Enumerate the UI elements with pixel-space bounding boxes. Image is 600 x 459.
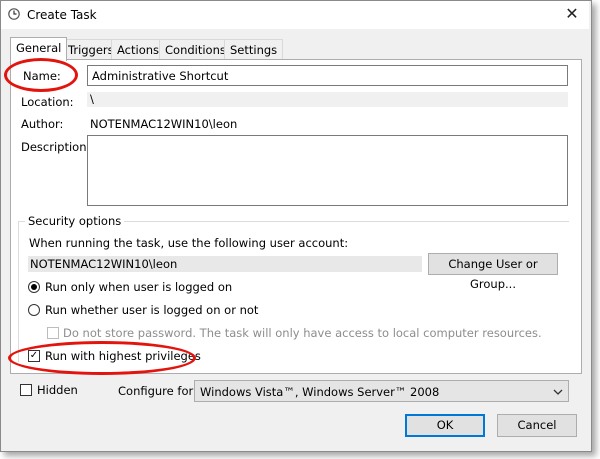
window-title: Create Task bbox=[27, 8, 97, 22]
cancel-button[interactable]: Cancel bbox=[497, 414, 577, 437]
configure-for-value: Windows Vista™, Windows Server™ 2008 bbox=[200, 385, 440, 399]
do-not-store-password-checkbox[interactable] bbox=[47, 327, 59, 339]
author-label: Author: bbox=[21, 117, 64, 131]
tab-settings[interactable]: Settings bbox=[224, 39, 284, 60]
run-whether-logged-on-radio[interactable] bbox=[28, 304, 40, 316]
hidden-checkbox[interactable] bbox=[20, 384, 32, 396]
location-field: \ bbox=[87, 92, 568, 107]
account-prompt: When running the task, use the following… bbox=[29, 236, 349, 250]
configure-for-label: Configure for: bbox=[118, 384, 197, 398]
change-user-button[interactable]: Change User or Group... bbox=[428, 253, 558, 291]
description-field[interactable] bbox=[87, 135, 568, 206]
name-field[interactable]: Administrative Shortcut bbox=[87, 65, 568, 86]
run-only-logged-on-radio[interactable] bbox=[28, 281, 40, 293]
chevron-down-icon bbox=[553, 389, 563, 395]
location-label: Location: bbox=[21, 95, 74, 109]
annotation-ring-name bbox=[4, 58, 78, 92]
annotation-ring-highest-privileges bbox=[8, 341, 196, 375]
account-value: NOTENMAC12WIN10\leon bbox=[30, 257, 178, 271]
tab-actions[interactable]: Actions bbox=[111, 39, 166, 60]
tab-label: Actions bbox=[117, 43, 160, 57]
run-only-logged-on-label: Run only when user is logged on bbox=[45, 280, 233, 294]
configure-for-dropdown[interactable]: Windows Vista™, Windows Server™ 2008 bbox=[194, 380, 569, 402]
location-value: \ bbox=[90, 92, 94, 106]
tab-label: Conditions bbox=[165, 43, 226, 57]
tab-conditions[interactable]: Conditions bbox=[159, 39, 232, 60]
hidden-label: Hidden bbox=[37, 383, 78, 397]
tab-label: Settings bbox=[230, 43, 278, 57]
author-value: NOTENMAC12WIN10\leon bbox=[90, 117, 238, 131]
tab-label: Triggers bbox=[68, 43, 114, 57]
description-label: Description: bbox=[21, 140, 91, 154]
close-button[interactable]: ✕ bbox=[556, 1, 588, 27]
security-options-label: Security options bbox=[25, 214, 125, 228]
tab-label: General bbox=[16, 41, 62, 55]
task-scheduler-icon bbox=[8, 8, 20, 20]
run-whether-logged-on-label: Run whether user is logged on or not bbox=[45, 303, 259, 317]
account-field: NOTENMAC12WIN10\leon bbox=[28, 256, 422, 272]
do-not-store-password-label: Do not store password. The task will onl… bbox=[63, 326, 542, 340]
name-value: Administrative Shortcut bbox=[92, 69, 229, 83]
close-icon: ✕ bbox=[565, 4, 579, 23]
ok-button[interactable]: OK bbox=[405, 414, 485, 437]
